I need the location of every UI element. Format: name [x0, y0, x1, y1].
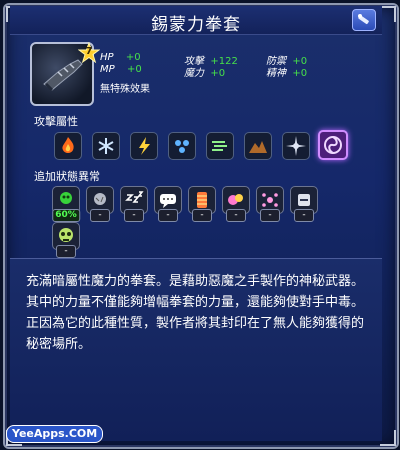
dark-icon[interactable] [318, 130, 348, 160]
stat-mp: MP +0 [100, 64, 142, 75]
status-chance: - [192, 209, 212, 222]
status-chance: - [226, 209, 246, 222]
petrify-icon[interactable]: - [86, 186, 114, 222]
window-title: 錫蒙力拳套 [151, 15, 241, 35]
silence-icon[interactable]: - [154, 186, 182, 222]
stat-hp: HP +0 [100, 52, 141, 63]
status-chance: 60% [52, 209, 80, 222]
death-icon[interactable]: - [52, 222, 80, 258]
paralyze-icon[interactable]: - [188, 186, 216, 222]
status-chance: - [294, 209, 314, 222]
stat-magic: 魔力 +0 [184, 68, 226, 79]
description-panel: 充滿暗屬性魔力的拳套。是藉助惡魔之手製作的神秘武器。其中的力量不僅能夠增幅拳套的… [10, 258, 382, 441]
item-level: 7 [85, 46, 93, 57]
status-chance: - [260, 209, 280, 222]
attack-attribute-heading: 攻擊屬性 [34, 115, 78, 128]
wind-icon[interactable] [206, 132, 234, 160]
sleep-icon[interactable]: - [120, 186, 148, 222]
ice-icon[interactable] [92, 132, 120, 160]
special-effect-text: 無特殊效果 [100, 84, 150, 95]
status-chance: - [90, 209, 110, 222]
status-chance: - [158, 209, 178, 222]
frame-corner [380, 430, 396, 446]
close-button[interactable] [352, 9, 376, 31]
fire-icon[interactable] [54, 132, 82, 160]
item-description: 充滿暗屬性魔力的拳套。是藉助惡魔之手製作的神秘武器。其中的力量不僅能夠增幅拳套的… [26, 274, 365, 352]
frame-corner [380, 6, 396, 22]
watermark: YeeApps.COM [6, 425, 104, 443]
status-effect-heading: 追加狀態異常 [34, 170, 100, 183]
status-chance: - [56, 245, 76, 258]
tool-icon [358, 14, 369, 25]
status-chance: - [124, 209, 144, 222]
holy-icon[interactable] [282, 132, 310, 160]
title-bar: 錫蒙力拳套 [10, 6, 382, 35]
poison-icon[interactable]: 60% [52, 186, 80, 222]
confuse-icon[interactable]: - [222, 186, 250, 222]
earth-icon[interactable] [244, 132, 272, 160]
charm-icon[interactable]: - [256, 186, 284, 222]
level-star-badge: 7 [77, 41, 101, 64]
water-icon[interactable] [168, 132, 196, 160]
stop-icon[interactable]: - [290, 186, 318, 222]
stat-spirit: 精神 +0 [266, 68, 308, 79]
thunder-icon[interactable] [130, 132, 158, 160]
